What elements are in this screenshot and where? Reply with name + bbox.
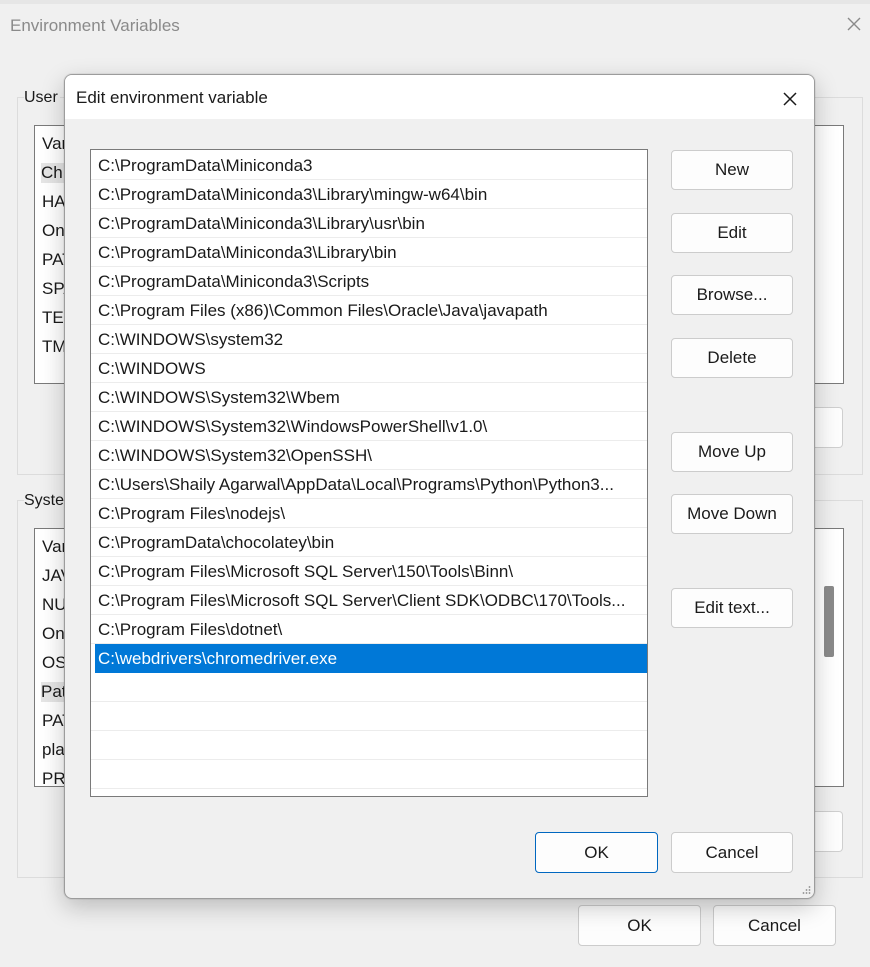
edit-button[interactable]: Edit xyxy=(671,213,793,253)
move-down-button[interactable]: Move Down xyxy=(671,494,793,534)
move-up-button[interactable]: Move Up xyxy=(671,432,793,472)
path-entries-list[interactable]: C:\ProgramData\Miniconda3 C:\ProgramData\… xyxy=(90,149,648,797)
path-entry[interactable]: C:\ProgramData\chocolatey\bin xyxy=(91,528,647,557)
path-entry[interactable]: C:\Program Files (x86)\Common Files\Orac… xyxy=(91,296,647,325)
window-cancel-button[interactable]: Cancel xyxy=(713,905,836,946)
path-entry-empty[interactable] xyxy=(91,702,647,731)
new-button[interactable]: New xyxy=(671,150,793,190)
variable-row[interactable]: pla xyxy=(42,740,65,760)
path-entry[interactable]: C:\WINDOWS xyxy=(91,354,647,383)
ok-button[interactable]: OK xyxy=(535,832,658,873)
system-variables-label: Syste xyxy=(24,492,67,510)
path-entry[interactable]: C:\WINDOWS\System32\WindowsPowerShell\v1… xyxy=(91,412,647,441)
path-entry-selected[interactable]: C:\webdrivers\chromedriver.exe xyxy=(95,644,647,673)
path-entry-empty[interactable] xyxy=(91,731,647,760)
variable-row[interactable]: HA xyxy=(42,192,66,212)
user-variables-button-edge[interactable] xyxy=(812,407,843,448)
path-entry[interactable]: C:\Program Files\dotnet\ xyxy=(91,615,647,644)
dialog-title: Edit environment variable xyxy=(76,88,268,107)
path-entry[interactable]: C:\Program Files\nodejs\ xyxy=(91,499,647,528)
path-entry[interactable]: C:\Program Files\Microsoft SQL Server\Cl… xyxy=(91,586,647,615)
browse-button[interactable]: Browse... xyxy=(671,275,793,315)
path-entry-empty[interactable] xyxy=(91,673,647,702)
resize-grip-icon[interactable] xyxy=(801,885,811,895)
path-entry[interactable]: C:\ProgramData\Miniconda3\Library\bin xyxy=(91,238,647,267)
close-icon[interactable] xyxy=(840,10,868,38)
path-entry[interactable]: C:\WINDOWS\System32\OpenSSH\ xyxy=(91,441,647,470)
user-variables-label: User xyxy=(24,89,60,107)
variable-row[interactable]: TM xyxy=(42,337,67,357)
path-entry[interactable]: C:\Program Files\Microsoft SQL Server\15… xyxy=(91,557,647,586)
edit-text-button[interactable]: Edit text... xyxy=(671,588,793,628)
delete-button[interactable]: Delete xyxy=(671,338,793,378)
variable-row[interactable]: OS xyxy=(42,653,67,673)
dialog-titlebar: Edit environment variable xyxy=(65,75,814,119)
variable-row[interactable]: NU xyxy=(42,595,67,615)
window-title: Environment Variables xyxy=(10,16,180,35)
path-entry[interactable]: C:\ProgramData\Miniconda3\Scripts xyxy=(91,267,647,296)
path-entry[interactable]: C:\WINDOWS\system32 xyxy=(91,325,647,354)
cancel-button[interactable]: Cancel xyxy=(671,832,793,873)
path-entry[interactable]: C:\ProgramData\Miniconda3\Library\usr\bi… xyxy=(91,209,647,238)
path-entry[interactable]: C:\ProgramData\Miniconda3 xyxy=(91,151,647,180)
edit-environment-variable-dialog: Edit environment variable C:\ProgramData… xyxy=(64,74,815,899)
close-icon[interactable] xyxy=(776,85,804,113)
path-entry[interactable]: C:\Users\Shaily Agarwal\AppData\Local\Pr… xyxy=(91,470,647,499)
path-entry-empty[interactable] xyxy=(91,760,647,789)
variable-row[interactable]: PR xyxy=(42,769,66,786)
system-list-scrollbar-thumb[interactable] xyxy=(824,586,834,657)
path-entry[interactable]: C:\WINDOWS\System32\Wbem xyxy=(91,383,647,412)
window-ok-button[interactable]: OK xyxy=(578,905,701,946)
variable-row[interactable]: On xyxy=(42,221,65,241)
path-entry[interactable]: C:\ProgramData\Miniconda3\Library\mingw-… xyxy=(91,180,647,209)
variable-row[interactable]: Ch xyxy=(41,163,67,183)
variable-row[interactable]: On xyxy=(42,624,65,644)
taskbar-strip xyxy=(0,0,870,4)
system-variables-button-edge[interactable] xyxy=(812,811,843,852)
